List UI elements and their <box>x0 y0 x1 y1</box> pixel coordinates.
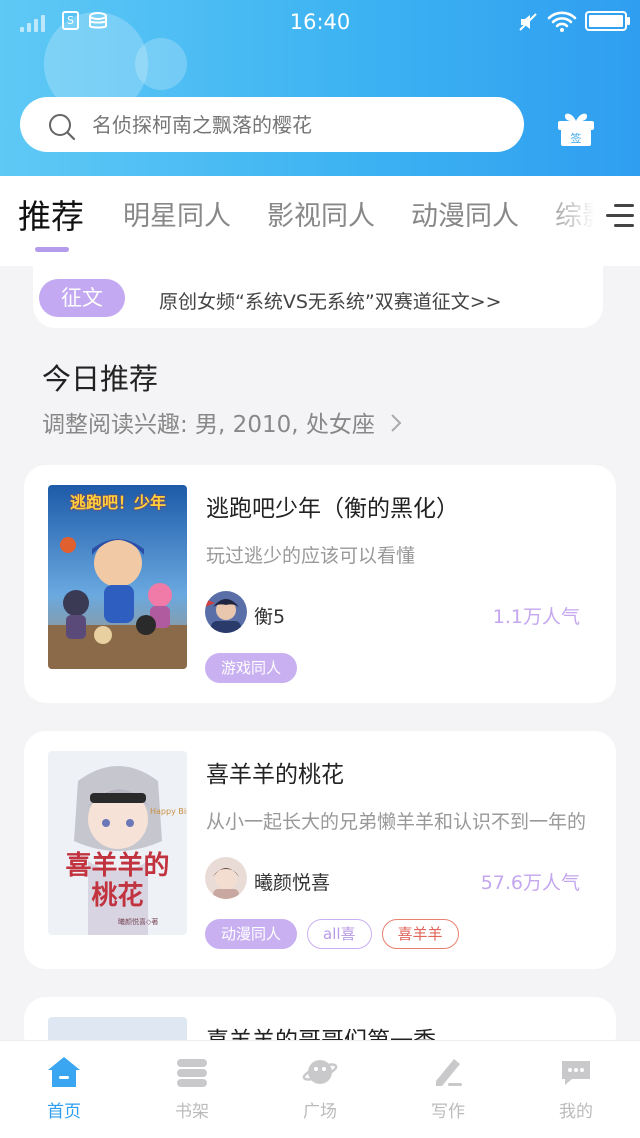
tag-list: 动漫同人 all喜 喜羊羊 <box>205 919 469 949</box>
book-desc: 玩过逃少的应该可以看懂 <box>206 545 416 567</box>
nav-bookshelf[interactable]: 书架 <box>152 1055 232 1122</box>
nav-mine[interactable]: 我的 <box>536 1055 616 1122</box>
nav-label: 我的 <box>559 1102 593 1122</box>
status-time: 16:40 <box>289 10 351 34</box>
tag-chip[interactable]: 动漫同人 <box>205 919 298 949</box>
book-title[interactable]: 逃跑吧少年（衡的黑化） <box>206 489 459 523</box>
tag-chip[interactable]: 游戏同人 <box>205 653 298 683</box>
tag-chip[interactable]: all喜 <box>307 919 372 949</box>
nav-write[interactable]: 写作 <box>408 1055 488 1122</box>
cover-title: 喜羊羊的桃花 <box>65 851 170 911</box>
sign-in-gift-button[interactable]: 签 <box>554 108 598 148</box>
nav-plaza[interactable]: 广场 <box>280 1055 360 1122</box>
popularity: 1.1万人气 <box>492 606 580 628</box>
book-cover: 逃跑吧！少年 <box>48 485 187 669</box>
nav-label: 书架 <box>175 1102 209 1122</box>
wifi-icon <box>547 11 577 32</box>
contest-notice[interactable]: 征文 原创女频“系统VS无系统”双赛道征文>> <box>33 266 603 328</box>
svg-text:签: 签 <box>571 131 582 145</box>
tab-recommend[interactable]: 推荐 <box>18 190 84 238</box>
interest-settings-text: 调整阅读兴趣: 男, 2010, 处女座 <box>42 412 375 438</box>
bottom-nav: 首页 书架 广场 写作 我的 <box>0 1040 640 1138</box>
book-cover: Happy Bir 喜羊羊的桃花 曦颜悦喜◇著 <box>48 751 187 935</box>
tab-celebrity-fanfic[interactable]: 明星同人 <box>123 194 231 233</box>
pencil-icon <box>436 1059 462 1086</box>
planet-icon <box>302 1060 338 1084</box>
battery-icon <box>585 11 630 31</box>
tag-list: 游戏同人 <box>205 653 307 683</box>
mute-icon <box>519 13 537 31</box>
cover-script-text: Happy Bir <box>150 807 187 816</box>
tab-anime-fanfic[interactable]: 动漫同人 <box>411 194 519 233</box>
status-bar: S 16:40 <box>0 0 640 44</box>
decor-bubble <box>135 38 187 90</box>
book-card[interactable]: 逃跑吧！少年 逃跑吧少年（衡的黑化） 玩过逃少的应该可以看懂 衡5 1.1万人气… <box>24 465 616 703</box>
chevron-right-icon <box>391 414 402 432</box>
nav-label: 写作 <box>431 1102 465 1122</box>
book-desc: 从小一起长大的兄弟懒羊羊和认识不到一年的 <box>206 811 587 833</box>
search-bar[interactable] <box>20 97 524 152</box>
cover-author: 曦颜悦喜◇著 <box>118 918 159 926</box>
header: S 16:40 签 <box>0 0 640 176</box>
author-name[interactable]: 衡5 <box>254 602 285 629</box>
contest-tag: 征文 <box>39 279 125 317</box>
interest-settings-link[interactable]: 调整阅读兴趣: 男, 2010, 处女座 <box>42 405 404 439</box>
category-tabs: 推荐 明星同人 影视同人 动漫同人 综影 <box>0 176 640 266</box>
popularity: 57.6万人气 <box>480 872 580 894</box>
search-input[interactable] <box>92 106 502 144</box>
search-icon <box>49 114 76 141</box>
nav-label: 首页 <box>47 1102 81 1122</box>
chat-bubble-icon <box>562 1061 590 1085</box>
bookshelf-icon <box>177 1059 207 1087</box>
author-avatar[interactable] <box>205 857 247 899</box>
author-avatar[interactable] <box>205 591 247 633</box>
book-title[interactable]: 喜羊羊的桃花 <box>206 755 344 789</box>
author-name[interactable]: 曦颜悦喜 <box>254 868 330 895</box>
cover-title: 逃跑吧！少年 <box>69 493 166 512</box>
book-card[interactable]: Happy Bir 喜羊羊的桃花 曦颜悦喜◇著 喜羊羊的桃花 从小一起长大的兄弟… <box>24 731 616 969</box>
contest-text: 原创女频“系统VS无系统”双赛道征文>> <box>159 291 502 313</box>
tab-film-fanfic[interactable]: 影视同人 <box>267 194 375 233</box>
section-title: 今日推荐 <box>42 362 159 396</box>
nav-home[interactable]: 首页 <box>24 1055 104 1122</box>
home-icon <box>48 1057 80 1087</box>
tabs-menu-icon[interactable] <box>606 201 634 231</box>
nav-label: 广场 <box>303 1102 337 1122</box>
gift-icon: 签 <box>558 113 594 146</box>
tag-chip[interactable]: 喜羊羊 <box>381 919 459 949</box>
tab-indicator <box>35 247 69 252</box>
